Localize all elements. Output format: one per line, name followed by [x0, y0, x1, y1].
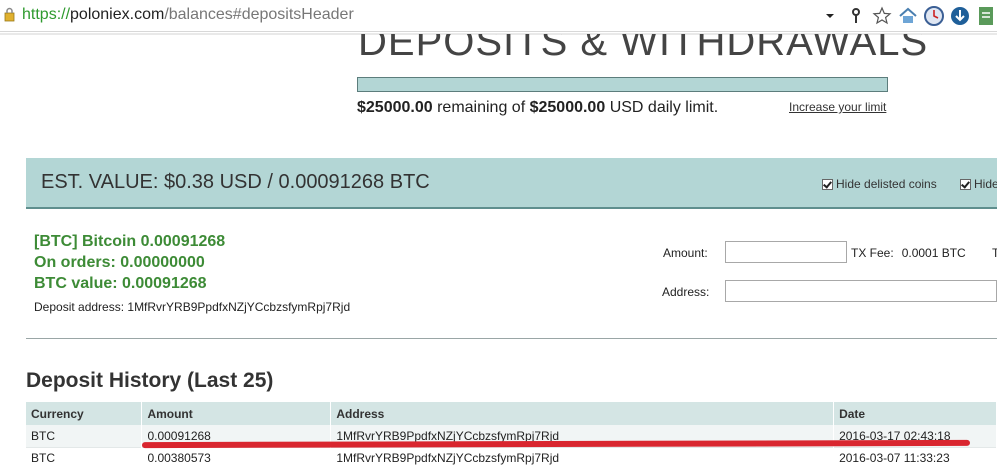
url-path: /balances#depositsHeader: [164, 6, 354, 23]
clock-icon[interactable]: [923, 5, 945, 27]
deposit-history-title: Deposit History (Last 25): [26, 369, 274, 392]
limit-total: $25000.00: [529, 99, 606, 116]
browser-toolbar: https://poloniex.com/balances#depositsHe…: [0, 0, 997, 32]
hide-other-label: Hide: [974, 177, 997, 191]
url-scheme: https://: [22, 6, 71, 23]
hide-other-option[interactable]: Hide: [960, 177, 997, 191]
coin-on-orders: On orders: 0.00000000: [34, 254, 205, 271]
daily-limit-text: $25000.00 remaining of $25000.00 USD dai…: [357, 99, 718, 117]
deposit-history-table: Currency Amount Address Date BTC 0.00091…: [26, 402, 997, 469]
dropdown-arrow-icon[interactable]: [819, 5, 841, 27]
download-icon[interactable]: [949, 5, 971, 27]
deposit-address-value: 1MfRvrYRB9PpdfxNZjYCcbzsfymRpj7Rjd: [127, 300, 351, 314]
extension-icon[interactable]: [975, 5, 997, 27]
limit-suffix: USD daily limit.: [609, 99, 719, 116]
address-bar[interactable]: https://poloniex.com/balances#depositsHe…: [22, 6, 354, 24]
amount-input[interactable]: [725, 241, 847, 263]
hide-other-checkbox[interactable]: [960, 178, 971, 190]
deposit-address-line: Deposit address: 1MfRvrYRB9PpdfxNZjYCcbz…: [34, 300, 350, 314]
cell-amount: 0.00380573: [141, 446, 332, 469]
daily-limit-progress: [357, 77, 888, 92]
url-host: poloniex.com: [70, 6, 165, 23]
lock-icon: [4, 7, 15, 22]
limit-remaining-of: remaining of: [437, 99, 526, 116]
deposit-address-label: Deposit address:: [34, 300, 125, 314]
limit-remaining: $25000.00: [357, 99, 433, 116]
coin-name-balance: [BTC] Bitcoin 0.00091268: [34, 233, 226, 250]
truncated-label: T: [992, 246, 997, 260]
tx-fee-label: TX Fee:: [851, 246, 894, 260]
increase-limit-link[interactable]: Increase your limit: [789, 100, 886, 114]
table-row: BTC 0.00380573 1MfRvrYRB9PpdfxNZjYCcbzsf…: [26, 446, 997, 469]
cell-currency: BTC: [26, 425, 143, 447]
cell-currency: BTC: [26, 446, 143, 469]
section-divider: [26, 338, 997, 339]
column-header-date[interactable]: Date: [833, 402, 997, 425]
address-label: Address:: [662, 285, 710, 299]
browser-tools: [819, 3, 997, 29]
cell-date: 2016-03-07 11:33:23: [833, 446, 997, 469]
coin-btc-value: BTC value: 0.00091268: [34, 275, 207, 292]
address-input[interactable]: [725, 280, 997, 302]
column-header-currency[interactable]: Currency: [26, 402, 143, 425]
estimated-value-band: EST. VALUE: $0.38 USD / 0.00091268 BTC H…: [26, 158, 997, 209]
hide-delisted-option[interactable]: Hide delisted coins: [822, 177, 937, 191]
tx-fee: TX Fee: 0.0001 BTC: [851, 246, 966, 260]
cell-address: 1MfRvrYRB9PpdfxNZjYCcbzsfymRpj7Rjd: [330, 446, 835, 469]
key-icon[interactable]: [845, 5, 867, 27]
home-icon[interactable]: [897, 5, 919, 27]
estimated-value-title: EST. VALUE: $0.38 USD / 0.00091268 BTC: [41, 171, 430, 193]
hide-delisted-checkbox[interactable]: [822, 178, 833, 190]
table-header-row: Currency Amount Address Date: [26, 402, 997, 425]
amount-label: Amount:: [663, 246, 708, 260]
star-icon[interactable]: [871, 5, 893, 27]
hide-delisted-label: Hide delisted coins: [836, 177, 937, 191]
column-header-address[interactable]: Address: [330, 402, 835, 425]
tx-fee-value: 0.0001 BTC: [901, 246, 966, 260]
column-header-amount[interactable]: Amount: [141, 402, 332, 425]
